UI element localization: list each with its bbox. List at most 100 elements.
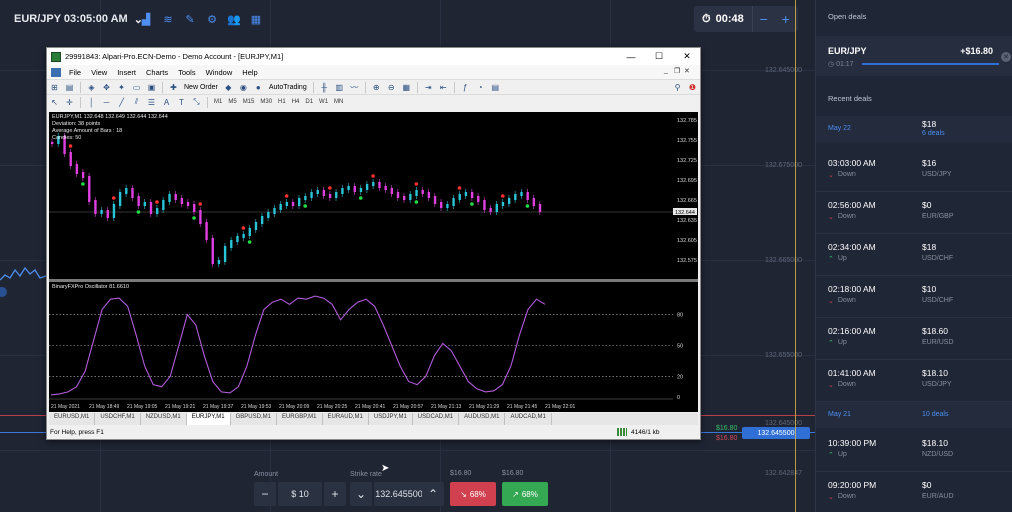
cursor-icon[interactable]: ↖ [49, 97, 60, 108]
meta-editor-icon[interactable]: ◆ [223, 82, 234, 93]
search-icon[interactable]: ⚲ [672, 82, 683, 93]
menu-help[interactable]: Help [237, 68, 262, 77]
up-button[interactable]: ↗ 68% [502, 482, 548, 506]
text-icon[interactable]: A [161, 97, 172, 108]
zoom-in-icon[interactable]: ⊕ [371, 82, 382, 93]
deal-row[interactable]: 01:41:00 AM ⌄ Down $18.10 USD/JPY [816, 360, 1012, 402]
chart-shift-icon[interactable]: ⇥ [423, 82, 434, 93]
mdi-restore-button[interactable]: ❐ [674, 67, 680, 75]
menu-charts[interactable]: Charts [141, 68, 173, 77]
signals-icon[interactable]: ◉ [238, 82, 249, 93]
timeframe-m1[interactable]: M1 [211, 99, 225, 105]
mdi-minimize-button[interactable]: _ [664, 67, 668, 74]
tester-icon[interactable]: ▣ [146, 82, 157, 93]
timeframe-d1[interactable]: D1 [302, 99, 316, 105]
layout-icon[interactable]: ▦ [246, 9, 266, 29]
notification-icon[interactable]: ❶ [687, 82, 698, 93]
menu-file[interactable]: File [64, 68, 86, 77]
menu-tools[interactable]: Tools [173, 68, 201, 77]
deal-row[interactable]: 02:16:00 AM ⌃ Up $18.60 EUR/USD [816, 318, 1012, 360]
market-watch-icon[interactable]: ◈ [86, 82, 97, 93]
strike-down-button[interactable]: ⌄ [350, 482, 372, 506]
chart-tab[interactable]: USDJPY,M1 [369, 413, 413, 425]
tile-windows-icon[interactable]: ▦ [401, 82, 412, 93]
chart-tab[interactable]: EURUSD,M1 [49, 413, 96, 425]
amount-minus-button[interactable]: − [254, 482, 276, 506]
templates-icon[interactable]: ▤ [490, 82, 501, 93]
day-header: May 21 10 deals [816, 402, 1012, 428]
timeframe-mn[interactable]: MN [331, 99, 346, 105]
drawing-icon[interactable]: ✎ [180, 9, 200, 29]
channel-icon[interactable]: ⫽ [131, 97, 142, 108]
chart-tab[interactable]: AUDCAD,M1 [505, 413, 552, 425]
timeframe-w1[interactable]: W1 [316, 99, 331, 105]
indicators-icon[interactable]: ƒ [460, 82, 471, 93]
profiles-icon[interactable]: ▤ [64, 82, 75, 93]
chart-tab[interactable]: EURAUD,M1 [323, 413, 369, 425]
zoom-out-icon[interactable]: ⊖ [386, 82, 397, 93]
asset-selector[interactable]: EUR/JPY 03:05:00 AM ⌄ [6, 8, 151, 30]
indicators-icon[interactable]: ≋ [158, 9, 178, 29]
chart-tab[interactable]: EURGBP,M1 [277, 413, 323, 425]
social-icon[interactable]: 👥 [224, 9, 244, 29]
chart-tab[interactable]: AUDUSD,M1 [459, 413, 506, 425]
auto-trading-button[interactable]: AutoTrading [269, 84, 307, 91]
close-button[interactable]: ✕ [673, 48, 701, 65]
data-window-icon[interactable]: ✥ [101, 82, 112, 93]
bar-chart-icon[interactable]: ╫ [319, 82, 330, 93]
strike-input[interactable]: 132.645500 [374, 482, 424, 506]
chart-type-icon[interactable]: ▟ [136, 9, 156, 29]
amount-input[interactable]: $ 10 [278, 482, 322, 506]
arrows-icon[interactable]: ⤡ [191, 97, 202, 108]
timeframe-m30[interactable]: M30 [257, 99, 275, 105]
fibonacci-icon[interactable]: ☰ [146, 97, 157, 108]
maximize-button[interactable]: ☐ [645, 48, 673, 65]
candlestick-icon[interactable]: ▥ [334, 82, 345, 93]
timeframe-m15[interactable]: M15 [240, 99, 258, 105]
timeframe-h1[interactable]: H1 [275, 99, 289, 105]
timeframe-h4[interactable]: H4 [289, 99, 303, 105]
day-date: May 22 [828, 125, 851, 132]
settings-icon[interactable]: ⚙ [202, 9, 222, 29]
minimize-button[interactable]: — [617, 48, 645, 65]
deal-row[interactable]: 10:39:00 PM ⌃ Up $18.10 NZD/USD [816, 430, 1012, 472]
chart-tab[interactable]: USDCAD,M1 [413, 413, 460, 425]
deal-row[interactable]: 02:34:00 AM ⌃ Up $18 USD/CHF [816, 234, 1012, 276]
deal-row[interactable]: 02:18:00 AM ⌄ Down $10 USD/CHF [816, 276, 1012, 318]
auto-trading-icon[interactable]: ● [253, 82, 264, 93]
amount-plus-button[interactable]: + [324, 482, 346, 506]
open-deal-card[interactable]: EUR/JPY +$16.80 ◷ 01:17 [816, 36, 1012, 76]
auto-scroll-icon[interactable]: ⇤ [438, 82, 449, 93]
chart-tab[interactable]: USDCHF,M1 [95, 413, 141, 425]
strike-up-button[interactable]: ⌃ [422, 482, 444, 506]
new-order-button[interactable]: New Order [184, 84, 218, 91]
new-chart-icon[interactable]: ⊞ [49, 82, 60, 93]
new-order-icon[interactable]: ✚ [168, 82, 179, 93]
chart-tab[interactable]: GBPUSD,M1 [231, 413, 277, 425]
periods-icon[interactable]: ◔ [475, 82, 486, 93]
line-chart-icon[interactable]: 〰 [349, 82, 360, 93]
timer-minus-button[interactable]: − [753, 11, 775, 27]
terminal-icon[interactable]: ▭ [131, 82, 142, 93]
down-button[interactable]: ↘ 68% [450, 482, 496, 506]
menu-view[interactable]: View [86, 68, 112, 77]
deal-row[interactable]: 09:20:00 PM ⌄ Down $0 EUR/AUD [816, 472, 1012, 512]
trendline-icon[interactable]: ╱ [116, 97, 127, 108]
chart-tab[interactable]: NZDUSD,M1 [141, 413, 187, 425]
deal-row[interactable]: 03:03:00 AM ⌄ Down $16 USD/JPY [816, 150, 1012, 192]
navigator-icon[interactable]: ✦ [116, 82, 127, 93]
menu-window[interactable]: Window [201, 68, 238, 77]
horizontal-line-icon[interactable]: ─ [101, 97, 112, 108]
chart-tab-active[interactable]: EURJPY,M1 [186, 413, 231, 425]
deal-row[interactable]: 02:56:00 AM ⌄ Down $0 EUR/GBP [816, 192, 1012, 234]
vertical-line-icon[interactable]: │ [86, 97, 97, 108]
price-chart[interactable]: 132.785 132.755 132.725 132.695 132.665 132.6… [49, 112, 698, 412]
menu-insert[interactable]: Insert [112, 68, 141, 77]
close-icon[interactable]: ✕ [1001, 52, 1011, 62]
mdi-close-button[interactable]: ✕ [684, 67, 690, 75]
crosshair-icon[interactable]: ✛ [64, 97, 75, 108]
label-icon[interactable]: T [176, 97, 187, 108]
timer-plus-button[interactable]: + [775, 11, 797, 27]
time-tick-label: 21 May 20:09 [279, 404, 310, 410]
timeframe-m5[interactable]: M5 [225, 99, 239, 105]
